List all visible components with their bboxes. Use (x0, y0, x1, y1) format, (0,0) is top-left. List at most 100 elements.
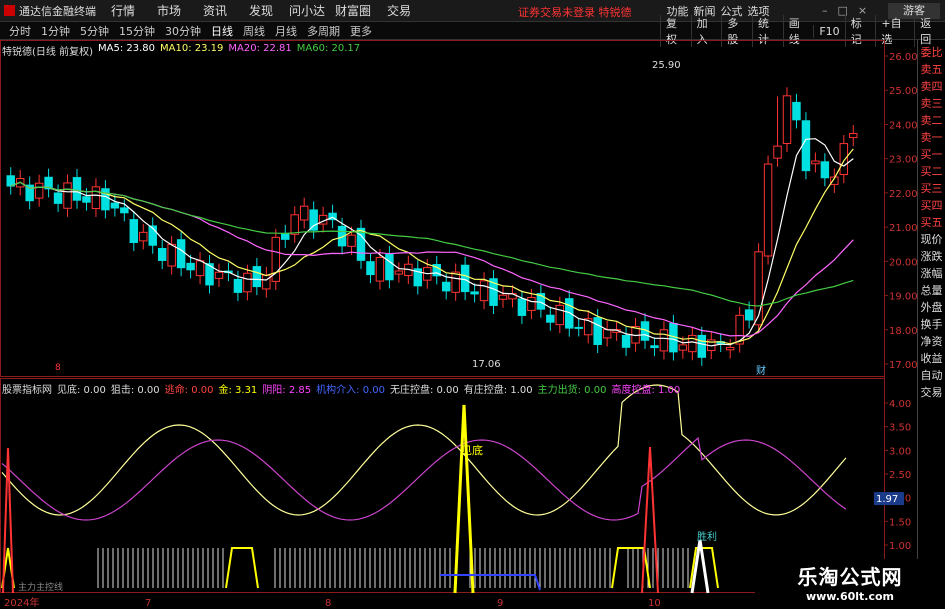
candle-body (72, 177, 82, 201)
sidebar-item[interactable]: 涨幅 (918, 265, 945, 282)
indicator-value: 金: 3.31 (218, 385, 258, 396)
sidebar-item[interactable]: 涨跌 (918, 248, 945, 265)
candle-body (176, 239, 186, 269)
price-tick-label: 20.00 (889, 257, 918, 268)
candle-body (110, 202, 120, 209)
candle-body (650, 345, 659, 349)
date-label: 2024年 (4, 596, 39, 609)
kline-chart[interactable]: 26.00 25.00 24.00 23.00 22.00 21.00 20.00 19.00… (0, 0, 945, 609)
candle-body (565, 298, 574, 329)
main-panel-border (0, 40, 885, 377)
candle-body (252, 266, 262, 288)
sidebar-item[interactable]: 买三 (918, 180, 945, 197)
candle-body (101, 188, 110, 211)
candle-body (120, 207, 129, 214)
shengli-label: 胜利 (697, 531, 717, 543)
jiandi-label: 见底 (461, 443, 483, 457)
sidebar-item[interactable]: 总量 (918, 282, 945, 299)
candle-body (441, 281, 451, 292)
price-tick-label: 22.00 (889, 189, 918, 200)
sidebar-item[interactable]: 买五 (918, 214, 945, 231)
price-tick-label: 18.00 (889, 326, 918, 337)
candle-body (186, 262, 195, 271)
gold-line (1, 384, 847, 516)
candle-body (498, 294, 508, 300)
candle-body (290, 214, 299, 235)
candle-body (347, 234, 356, 247)
candle-body (725, 346, 735, 351)
candle-body (697, 334, 707, 358)
candle-body (517, 298, 527, 316)
ma60-label: MA60: 20.17 (296, 43, 361, 54)
watermark: 乐淘公式网 www.60lt.com (755, 559, 945, 609)
watermark-url: www.60lt.com (805, 590, 895, 603)
candle-body (744, 309, 754, 321)
price-tick-label: 17.00 (889, 360, 918, 371)
ma20-label: MA20: 22.81 (228, 43, 292, 54)
yinyang-line (1, 436, 847, 521)
candle-body (527, 297, 536, 311)
candle-body (470, 291, 479, 295)
candle-body (25, 184, 34, 202)
candle-body (82, 196, 91, 203)
sidebar-item[interactable]: 买四 (918, 197, 945, 214)
candle-body (281, 232, 290, 240)
price-tick-label: 26.00 (889, 52, 918, 63)
candle-body (63, 182, 72, 209)
sidebar-item[interactable]: 现价 (918, 231, 945, 248)
sidebar-item[interactable]: 换手 (918, 316, 945, 333)
candle-body (214, 271, 224, 279)
candle-body (375, 257, 385, 282)
sidebar-item[interactable]: 外盘 (918, 299, 945, 316)
candle-body (792, 101, 801, 121)
candle-body (820, 161, 830, 179)
ind-tick-label: 1.50 (889, 517, 911, 528)
candle-body (546, 314, 555, 323)
sidebar-item[interactable]: 买一 (918, 146, 945, 163)
ind-tick-label: 2.50 (889, 470, 911, 481)
price-tick-label: 21.00 (889, 223, 918, 234)
candle-body (574, 326, 583, 329)
sidebar-item[interactable]: 卖四 (918, 78, 945, 95)
sidebar-item[interactable]: 卖二 (918, 112, 945, 129)
indicator-value: 主力出货: 0.00 (537, 385, 607, 396)
candle-body (849, 133, 858, 139)
jiandi-spike (453, 404, 475, 594)
indicator-value: 有庄控盘: 1.00 (463, 385, 533, 396)
sidebar-item[interactable]: 收益 (918, 350, 945, 367)
ind-marker-label: 1.97 (876, 494, 898, 505)
ind-tick-label: 3.00 (889, 446, 911, 457)
sidebar-item[interactable]: 交易 (918, 384, 945, 401)
indicator-value: 无庄控盘: 0.00 (389, 385, 459, 396)
candle-body (782, 95, 792, 144)
candle-body (801, 120, 811, 172)
indicator-header: 股票指标网 见底: 0.00 狙击: 0.00 逃命: 0.00 金: 3.31 阴阳:… (2, 381, 680, 396)
candle-body (309, 209, 318, 231)
sidebar-item[interactable]: 委比 (918, 44, 945, 61)
date-label: 8 (325, 598, 331, 609)
candle-body (773, 145, 782, 159)
candle-body (34, 182, 44, 199)
price-tick-label: 25.00 (889, 86, 918, 97)
sidebar-item[interactable]: 卖五 (918, 61, 945, 78)
sidebar-item[interactable]: 净资 (918, 333, 945, 350)
candle-body (735, 314, 744, 345)
candle-body (839, 143, 849, 176)
indicator-value: 机构介入: 0.00 (316, 385, 385, 396)
price-tick-label: 24.00 (889, 120, 918, 131)
date-label: 10 (648, 598, 661, 609)
ind-tick-label: 3.50 (889, 423, 911, 434)
sidebar-item[interactable]: 卖一 (918, 129, 945, 146)
sidebar-item[interactable]: 自动 (918, 367, 945, 384)
ma10-label: MA10: 23.19 (160, 43, 224, 54)
indicator-value: 高度控盘: 1.00 (611, 385, 681, 396)
price-tick-label: 19.00 (889, 292, 918, 303)
candle-body (299, 205, 309, 221)
price-tick-label: 23.00 (889, 155, 918, 166)
watermark-title: 乐淘公式网 (797, 565, 903, 589)
trend-band (225, 547, 259, 589)
sidebar-item[interactable]: 卖三 (918, 95, 945, 112)
candle-body (811, 160, 820, 165)
sidebar-item[interactable]: 买二 (918, 163, 945, 180)
candle-body (195, 260, 205, 277)
